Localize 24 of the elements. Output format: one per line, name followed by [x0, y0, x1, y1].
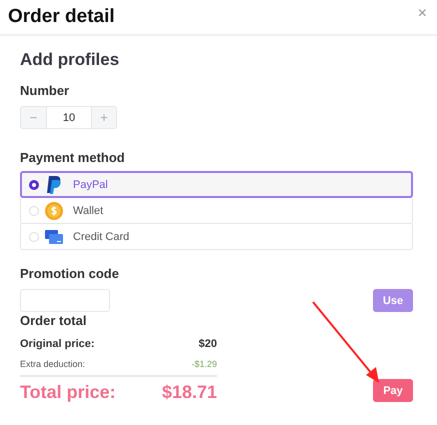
section-title: Add profiles [20, 50, 120, 70]
radio-button[interactable] [29, 180, 39, 190]
dialog-title: Order detail [8, 6, 115, 28]
use-button[interactable]: Use [373, 289, 413, 312]
payment-option[interactable]: PayPal [20, 171, 413, 198]
order-total-title: Order total [20, 313, 86, 328]
original-price-value: $20 [198, 338, 217, 350]
promotion-code-label: Promotion code [20, 266, 119, 281]
extra-deduction-label: Extra deduction: [20, 359, 86, 369]
number-field[interactable]: 10 [46, 106, 92, 129]
total-price-value: $18.71 [162, 382, 217, 403]
promotion-code-field[interactable] [20, 289, 110, 312]
original-price-label: Original price: [20, 338, 95, 350]
payment-option[interactable]: Wallet [20, 197, 413, 224]
pay-button[interactable]: Pay [373, 379, 413, 402]
increment-button[interactable]: + [92, 106, 117, 129]
close-button[interactable]: × [418, 5, 427, 23]
number-label: Number [20, 83, 70, 98]
total-price-label: Total price: [20, 382, 116, 403]
decrement-button[interactable]: − [20, 106, 46, 129]
payment-method-label: Payment method [20, 150, 125, 165]
coin-icon [44, 200, 64, 220]
extra-deduction-value: -$1.29 [191, 359, 217, 369]
payment-option[interactable]: Credit Card [20, 223, 413, 250]
